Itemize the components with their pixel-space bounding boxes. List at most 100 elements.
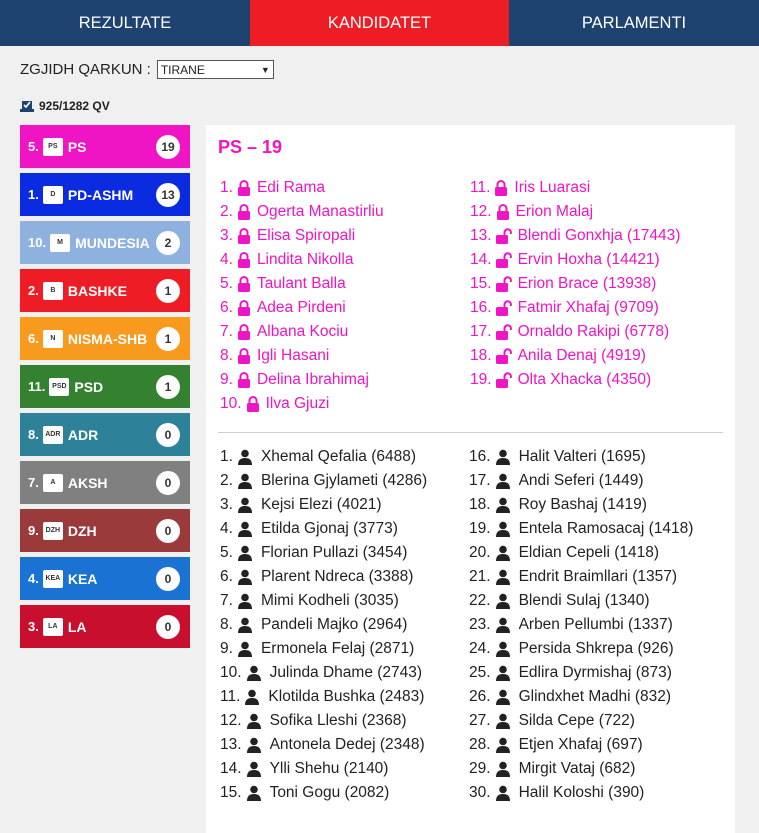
party-name: MUNDESIA	[75, 234, 150, 251]
elected-candidate[interactable]: 1. Edi Rama	[220, 176, 384, 200]
party-list: 5. PS PS 19 1. D PD-ASHM 13 10. M MUNDESIA 2 2. B BASH…	[20, 125, 190, 653]
tab-rezultate[interactable]: REZULTATE	[0, 0, 250, 46]
elected-candidate[interactable]: 4. Lindita Nikolla	[220, 248, 384, 272]
candidate-number: 19.	[469, 520, 491, 537]
elected-candidate[interactable]: 2. Ogerta Manastirliu	[220, 200, 384, 224]
elected-candidate[interactable]: 14. Ervin Hoxha (14421)	[470, 248, 680, 272]
lock-icon	[237, 204, 257, 220]
party-logo-icon: A	[42, 473, 63, 492]
candidate-number: 17.	[470, 323, 492, 340]
candidate-row: 30. Halil Koloshi (390)	[469, 781, 693, 805]
party-name: BASHKE	[67, 282, 127, 299]
party-logo-icon: PSD	[49, 377, 70, 396]
elected-candidate[interactable]: 3. Elisa Spiropali	[220, 224, 384, 248]
elected-candidate[interactable]: 15. Erion Brace (13938)	[470, 272, 680, 296]
elected-candidate[interactable]: 8. Igli Hasani	[220, 344, 384, 368]
candidate-number: 14.	[220, 760, 242, 777]
candidate-name: Roy Bashaj (1419)	[518, 496, 647, 513]
candidate-name: Ermonela Felaj (2871)	[260, 640, 415, 657]
elected-candidate[interactable]: 10. Ilva Gjuzi	[220, 392, 384, 416]
party-item[interactable]: 7. A AKSH 0	[20, 461, 190, 504]
seat-count-badge: 0	[156, 471, 180, 495]
unlock-icon	[495, 228, 518, 244]
party-item[interactable]: 6. N NISMA-SHB 1	[20, 317, 190, 360]
top-nav: REZULTATE KANDIDATET PARLAMENTI	[0, 0, 759, 46]
candidate-number: 27.	[469, 712, 491, 729]
candidate-row: 16. Halit Valteri (1695)	[469, 445, 693, 469]
party-item[interactable]: 1. D PD-ASHM 13	[20, 173, 190, 216]
person-icon	[237, 449, 261, 465]
party-number: 1.	[28, 187, 39, 202]
candidate-name: Kejsi Elezi (4021)	[260, 496, 382, 513]
unlock-icon	[495, 324, 518, 340]
candidate-number: 10.	[220, 664, 242, 681]
candidate-name: Silda Cepe (722)	[518, 712, 635, 729]
candidate-row: 13. Antonela Dedej (2348)	[220, 733, 427, 757]
candidate-row: 25. Edlira Dyrmishaj (873)	[469, 661, 693, 685]
candidate-number: 19.	[470, 371, 492, 388]
party-item[interactable]: 11. PSD PSD 1	[20, 365, 190, 408]
candidate-name: Sofika Lleshi (2368)	[269, 712, 407, 729]
party-name: DZH	[67, 522, 97, 539]
others-list-right: 16. Halit Valteri (1695) 17. Andi Seferi (1…	[469, 445, 693, 805]
elected-candidate[interactable]: 7. Albana Kociu	[220, 320, 384, 344]
candidate-name: Plarent Ndreca (3388)	[260, 568, 414, 585]
elected-candidate[interactable]: 12. Erion Malaj	[470, 200, 680, 224]
candidate-name: Edi Rama	[256, 179, 325, 196]
candidate-row: 7. Mimi Kodheli (3035)	[220, 589, 427, 613]
candidate-number: 10.	[220, 395, 242, 412]
chevron-down-icon: ▼	[260, 64, 270, 75]
person-icon	[246, 737, 270, 753]
party-item[interactable]: 10. M MUNDESIA 2	[20, 221, 190, 264]
party-item[interactable]: 3. LA LA 0	[20, 605, 190, 648]
elected-candidate[interactable]: 19. Olta Xhacka (4350)	[470, 368, 680, 392]
candidate-number: 11.	[220, 688, 241, 705]
person-icon	[237, 593, 261, 609]
candidate-name: Igli Hasani	[256, 347, 330, 364]
candidate-name: Blerina Gjylameti (4286)	[260, 472, 428, 489]
tab-parlamenti[interactable]: PARLAMENTI	[509, 0, 759, 46]
elected-candidate[interactable]: 13. Blendi Gonxhja (17443)	[470, 224, 680, 248]
seat-count-badge: 0	[156, 615, 180, 639]
elected-candidate[interactable]: 6. Adea Pirdeni	[220, 296, 384, 320]
elected-candidate[interactable]: 18. Anila Denaj (4919)	[470, 344, 680, 368]
person-icon	[237, 545, 261, 561]
party-logo-icon: M	[50, 233, 71, 252]
vote-count: 925/1282 QV	[20, 99, 110, 113]
party-logo-icon: LA	[42, 617, 63, 636]
seat-count-badge: 1	[156, 375, 180, 399]
candidate-row: 3. Kejsi Elezi (4021)	[220, 493, 427, 517]
party-item[interactable]: 5. PS PS 19	[20, 125, 190, 168]
elected-candidate[interactable]: 11. Iris Luarasi	[470, 176, 680, 200]
elected-candidate[interactable]: 16. Fatmir Xhafaj (9709)	[470, 296, 680, 320]
party-item[interactable]: 8. ADR ADR 0	[20, 413, 190, 456]
candidate-name: Klotilda Bushka (2483)	[268, 688, 425, 705]
qark-selected-value: TIRANE	[160, 62, 205, 77]
elected-candidate[interactable]: 5. Taulant Balla	[220, 272, 384, 296]
party-item[interactable]: 9. DZH DZH 0	[20, 509, 190, 552]
candidate-row: 2. Blerina Gjylameti (4286)	[220, 469, 427, 493]
candidate-number: 1.	[220, 179, 233, 196]
lock-icon	[237, 348, 257, 364]
candidate-row: 9. Ermonela Felaj (2871)	[220, 637, 427, 661]
candidate-row: 8. Pandeli Majko (2964)	[220, 613, 427, 637]
elected-candidate[interactable]: 17. Ornaldo Rakipi (6778)	[470, 320, 680, 344]
candidate-name: Antonela Dedej (2348)	[269, 736, 425, 753]
candidate-number: 29.	[469, 760, 491, 777]
candidate-row: 21. Endrit Braimllari (1357)	[469, 565, 693, 589]
candidate-name: Iris Luarasi	[514, 179, 591, 196]
party-title: PS – 19	[218, 137, 283, 157]
unlock-icon	[495, 372, 518, 388]
candidate-name: Ylli Shehu (2140)	[269, 760, 389, 777]
candidate-number: 23.	[469, 616, 491, 633]
tab-kandidatet[interactable]: KANDIDATET	[250, 0, 509, 46]
person-icon	[495, 593, 519, 609]
party-item[interactable]: 2. B BASHKE 1	[20, 269, 190, 312]
elected-candidate[interactable]: 9. Delina Ibrahimaj	[220, 368, 384, 392]
party-item[interactable]: 4. KEA KEA 0	[20, 557, 190, 600]
candidate-row: 5. Florian Pullazi (3454)	[220, 541, 427, 565]
candidate-row: 10. Julinda Dhame (2743)	[220, 661, 427, 685]
candidate-name: Endrit Braimllari (1357)	[518, 568, 678, 585]
qark-select[interactable]: TIRANE ▼	[156, 60, 274, 79]
candidate-name: Halil Koloshi (390)	[518, 784, 645, 801]
